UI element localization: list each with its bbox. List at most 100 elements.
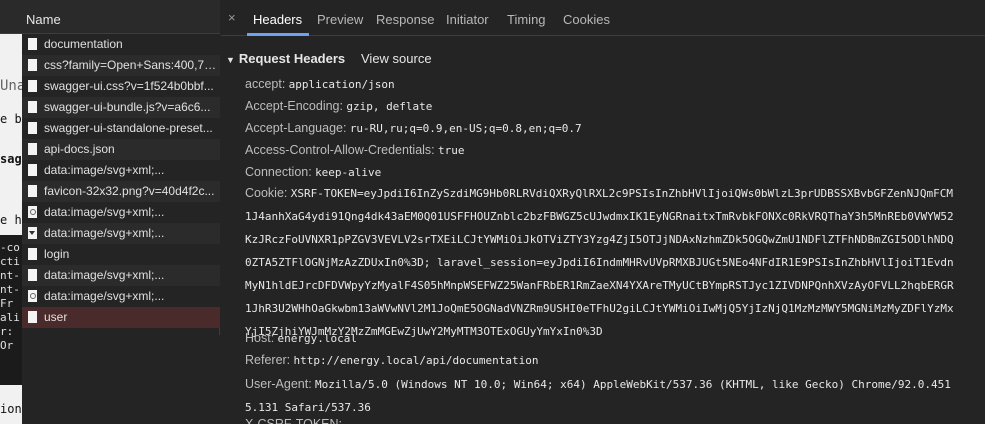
bg-fragment: cti [0, 255, 20, 268]
bg-fragment: nt- [0, 269, 20, 282]
bg-fragment: r: [0, 325, 14, 338]
tab-initiator[interactable]: Initiator [446, 12, 489, 27]
broken-image-icon [28, 206, 37, 218]
file-icon [28, 185, 37, 197]
header-value: keep-alive [315, 166, 382, 179]
header-row: Host: energy.local [245, 327, 957, 350]
file-icon [28, 311, 37, 323]
request-row[interactable]: documentation [22, 34, 220, 55]
column-name-header[interactable]: Name [26, 12, 61, 27]
request-row[interactable]: data:image/svg+xml;... [22, 265, 220, 286]
header-value: Mozilla/5.0 (Windows NT 10.0; Win64; x64… [245, 378, 951, 414]
request-row[interactable]: swagger-ui-standalone-preset... [22, 118, 220, 139]
request-details-panel: × Headers Preview Response Initiator Tim… [221, 0, 985, 424]
header-key: Cookie: [245, 186, 288, 200]
request-name: user [44, 310, 68, 324]
bg-code-block: -co cti nt- nt- Fr ali r: Or [0, 235, 22, 385]
header-row: Accept-Encoding: gzip, deflate [245, 95, 957, 118]
header-key: Connection: [245, 165, 312, 179]
tab-response[interactable]: Response [376, 12, 435, 27]
file-icon [28, 101, 37, 113]
file-icon [28, 59, 37, 71]
header-key: Accept-Encoding: [245, 99, 343, 113]
close-icon[interactable]: × [228, 10, 236, 25]
network-request-list-panel: Una e b sage e he -co cti nt- nt- Fr ali… [0, 0, 220, 424]
request-name: favicon-32x32.png?v=40d4f2c... [44, 184, 215, 198]
tab-headers[interactable]: Headers [253, 12, 302, 27]
header-row: accept: application/json [245, 73, 957, 96]
bg-fragment: ali [0, 311, 20, 324]
request-row[interactable]: data:image/svg+xml;... [22, 202, 220, 223]
request-name: documentation [44, 37, 123, 51]
bg-fragment: Or [0, 339, 14, 352]
request-name: swagger-ui.css?v=1f524b0bbf... [44, 79, 214, 93]
request-row[interactable]: swagger-ui-bundle.js?v=a6c6... [22, 97, 220, 118]
header-row: Accept-Language: ru-RU,ru;q=0.9,en-US;q=… [245, 117, 957, 140]
request-row[interactable]: favicon-32x32.png?v=40d4f2c... [22, 181, 220, 202]
arrow-image-icon [28, 227, 37, 239]
headers-content: ▼ Request Headers View source accept: app… [221, 37, 985, 424]
request-name: css?family=Open+Sans:400,70... [44, 58, 220, 72]
request-row[interactable]: api-docs.json [22, 139, 220, 160]
bg-fragment: nt- [0, 283, 20, 296]
tab-cookies[interactable]: Cookies [563, 12, 610, 27]
file-icon [28, 248, 37, 260]
file-icon [28, 164, 37, 176]
bg-fragment: ion [0, 402, 22, 416]
header-key: X-CSRF-TOKEN: [245, 417, 342, 424]
request-list: documentation css?family=Open+Sans:400,70… [22, 34, 220, 334]
header-value: XSRF-TOKEN=eyJpdiI6InZySzdiMG9Hb0RLRVdiQ… [245, 187, 954, 338]
background-page-sliver: Una e b sage e he -co cti nt- nt- Fr ali… [0, 30, 22, 424]
request-name: data:image/svg+xml;... [44, 289, 165, 303]
header-key: Access-Control-Allow-Credentials: [245, 143, 435, 157]
request-row[interactable]: data:image/svg+xml;... [22, 160, 220, 181]
request-name: data:image/svg+xml;... [44, 205, 165, 219]
request-name: swagger-ui-standalone-preset... [44, 121, 213, 135]
header-key: User-Agent: [245, 377, 312, 391]
bg-fragment: e he [0, 213, 22, 227]
header-row: Cookie: XSRF-TOKEN=eyJpdiI6InZySzdiMG9Hb… [245, 182, 957, 343]
request-list-empty-area [22, 335, 220, 424]
request-row[interactable]: login [22, 244, 220, 265]
header-key: accept: [245, 77, 286, 91]
file-icon [28, 143, 37, 155]
broken-image-icon [28, 290, 37, 302]
bg-fragment: e b [0, 112, 22, 126]
header-row: X-CSRF-TOKEN: [245, 413, 957, 424]
header-row: Connection: keep-alive [245, 161, 957, 184]
header-value: true [438, 144, 465, 157]
request-row[interactable]: swagger-ui.css?v=1f524b0bbf... [22, 76, 220, 97]
section-title: Request Headers [238, 51, 346, 66]
header-value: ru-RU,ru;q=0.9,en-US;q=0.8,en;q=0.7 [349, 122, 582, 135]
file-icon [28, 269, 37, 281]
request-name: data:image/svg+xml;... [44, 163, 165, 177]
bg-fragment: sage [0, 152, 22, 166]
bg-fragment: Una [0, 78, 22, 94]
tab-preview[interactable]: Preview [317, 12, 363, 27]
header-row: Referer: http://energy.local/api/documen… [245, 349, 957, 372]
request-row[interactable]: user [22, 307, 220, 328]
header-value: http://energy.local/api/documentation [293, 354, 539, 367]
list-header[interactable]: Name [0, 0, 220, 34]
active-tab-indicator [247, 33, 309, 36]
header-key: Host: [245, 331, 275, 345]
request-headers-section-toggle[interactable]: ▼ Request Headers [226, 51, 345, 66]
triangle-down-icon: ▼ [226, 55, 235, 65]
header-row: Access-Control-Allow-Credentials: true [245, 139, 957, 162]
file-icon [28, 122, 37, 134]
header-value: energy.local [277, 332, 358, 345]
request-name: data:image/svg+xml;... [44, 268, 165, 282]
bg-fragment: -co [0, 241, 20, 254]
view-source-link[interactable]: View source [361, 51, 432, 66]
file-icon [28, 80, 37, 92]
request-row[interactable]: css?family=Open+Sans:400,70... [22, 55, 220, 76]
request-row[interactable]: data:image/svg+xml;... [22, 286, 220, 307]
header-value: application/json [288, 78, 395, 91]
tab-timing[interactable]: Timing [507, 12, 546, 27]
file-icon [28, 38, 37, 50]
header-value: gzip, deflate [346, 100, 433, 113]
request-name: login [44, 247, 70, 261]
request-row[interactable]: data:image/svg+xml;... [22, 223, 220, 244]
header-key: Referer: [245, 353, 291, 367]
details-tab-bar: × Headers Preview Response Initiator Tim… [221, 0, 985, 36]
